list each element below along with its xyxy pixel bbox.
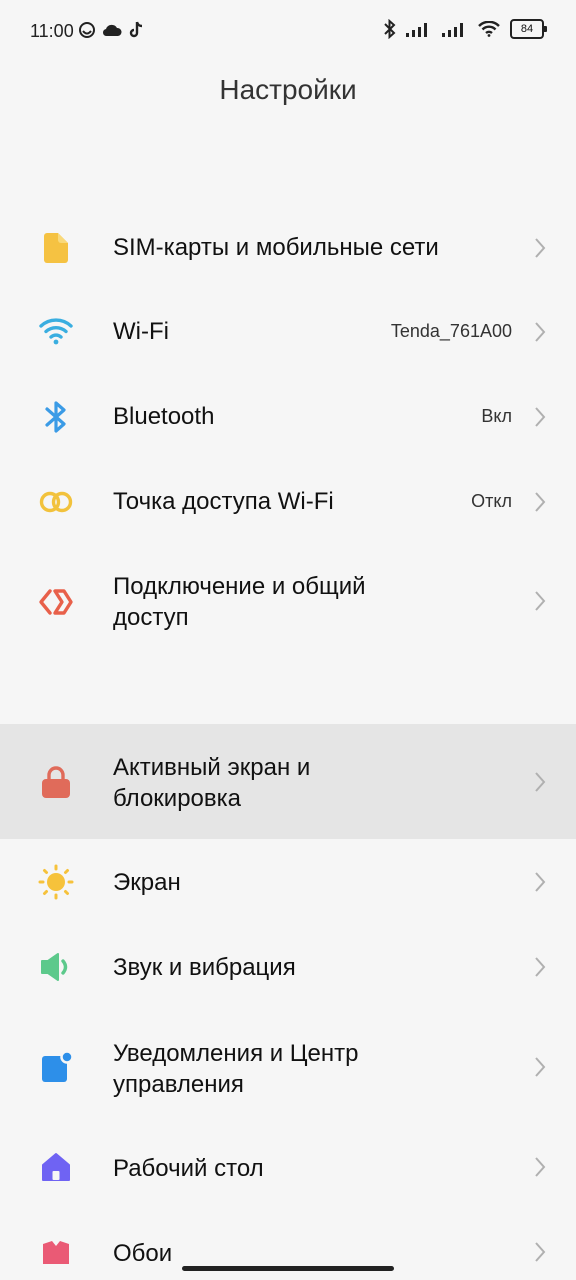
setting-label: Точка доступа Wi-Fi bbox=[113, 488, 334, 515]
bluetooth-icon bbox=[36, 397, 76, 437]
chevron-right-icon bbox=[535, 1242, 546, 1262]
setting-label: Звук и вибрация bbox=[113, 954, 296, 981]
page-title: Настройки bbox=[219, 74, 357, 105]
setting-label: SIM-карты и мобильные сети bbox=[113, 234, 439, 261]
status-right-icons: 84 bbox=[384, 19, 547, 39]
setting-sound[interactable]: Звук и вибрация bbox=[0, 925, 576, 1010]
setting-display[interactable]: Экран bbox=[0, 840, 576, 925]
speaker-icon bbox=[36, 947, 76, 987]
chevron-right-icon bbox=[535, 591, 546, 611]
lock-icon bbox=[36, 762, 76, 802]
chevron-right-icon bbox=[535, 1057, 546, 1077]
status-bar: 11:00 84 bbox=[0, 0, 576, 64]
setting-wifi[interactable]: Wi-Fi Tenda_761A00 bbox=[0, 290, 576, 375]
setting-label: Wi-Fi bbox=[113, 318, 169, 345]
setting-hotspot[interactable]: Точка доступа Wi-Fi Откл bbox=[0, 460, 576, 545]
brightness-icon bbox=[36, 862, 76, 902]
status-time: 11:00 bbox=[30, 21, 74, 41]
battery-indicator: 84 bbox=[510, 19, 547, 39]
wallpaper-icon bbox=[36, 1232, 76, 1272]
setting-lock-screen[interactable]: Активный экран и блокировка bbox=[0, 724, 576, 839]
setting-sim-cards[interactable]: SIM-карты и мобильные сети bbox=[0, 205, 576, 291]
connection-sharing-icon bbox=[36, 582, 76, 622]
emoji-notification-icon bbox=[79, 22, 95, 38]
setting-value: Вкл bbox=[481, 406, 512, 426]
chevron-right-icon bbox=[535, 872, 546, 892]
chevron-right-icon bbox=[535, 957, 546, 977]
home-icon bbox=[36, 1147, 76, 1187]
setting-label: Экран bbox=[113, 869, 181, 896]
chevron-right-icon bbox=[535, 1157, 546, 1177]
setting-label: Bluetooth bbox=[113, 403, 215, 430]
cloud-icon bbox=[102, 24, 122, 37]
setting-connection-sharing[interactable]: Подключение и общий доступ bbox=[0, 545, 576, 660]
signal-2-icon bbox=[442, 23, 463, 37]
tiktok-icon bbox=[129, 21, 143, 38]
bluetooth-status-icon bbox=[384, 19, 396, 39]
setting-label: Уведомления и Центр управления bbox=[113, 1040, 359, 1098]
setting-label: Активный экран и блокировка bbox=[113, 754, 311, 812]
notifications-icon bbox=[36, 1048, 76, 1088]
setting-value: Откл bbox=[471, 491, 512, 511]
hotspot-icon bbox=[36, 482, 76, 522]
sim-card-icon bbox=[36, 228, 76, 268]
setting-notifications[interactable]: Уведомления и Центр управления bbox=[0, 1010, 576, 1125]
chevron-right-icon bbox=[535, 238, 546, 258]
home-indicator[interactable] bbox=[182, 1266, 394, 1271]
setting-value: Tenda_761A00 bbox=[390, 321, 512, 341]
setting-home-screen[interactable]: Рабочий стол bbox=[0, 1125, 576, 1210]
status-left-icons bbox=[78, 21, 144, 39]
setting-bluetooth[interactable]: Bluetooth Вкл bbox=[0, 375, 576, 460]
chevron-right-icon bbox=[535, 322, 546, 342]
setting-label: Обои bbox=[113, 1240, 173, 1267]
wifi-icon bbox=[36, 312, 76, 352]
setting-label: Подключение и общий доступ bbox=[113, 573, 366, 631]
chevron-right-icon bbox=[535, 407, 546, 427]
chevron-right-icon bbox=[535, 492, 546, 512]
chevron-right-icon bbox=[535, 772, 546, 792]
setting-label: Рабочий стол bbox=[113, 1155, 264, 1182]
signal-1-icon bbox=[406, 23, 427, 37]
wifi-status-icon bbox=[478, 21, 500, 37]
